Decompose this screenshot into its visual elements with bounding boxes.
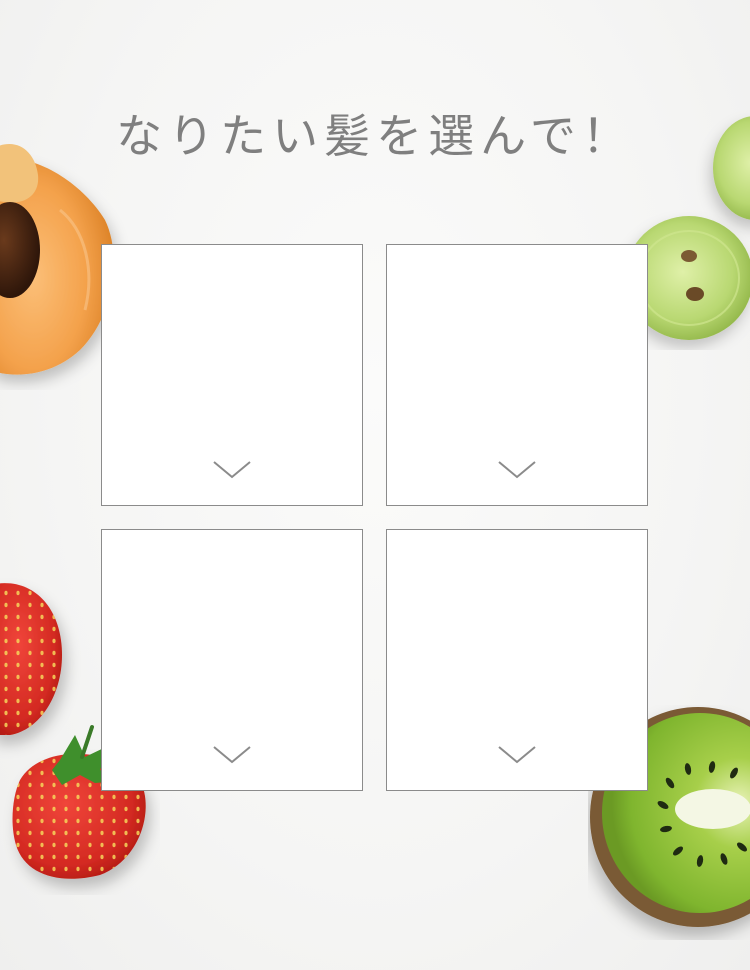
page: なりたい髪を選んで！ — [0, 0, 750, 970]
chevron-down-icon — [213, 461, 251, 479]
hair-option-card-2[interactable] — [386, 244, 648, 506]
chevron-down-icon — [498, 746, 536, 764]
chevron-down-icon — [498, 461, 536, 479]
page-title: なりたい髪を選んで！ — [116, 109, 634, 163]
chevron-down-icon — [213, 746, 251, 764]
hair-option-card-3[interactable] — [101, 529, 363, 791]
hair-option-card-4[interactable] — [386, 529, 648, 791]
hair-option-card-1[interactable] — [101, 244, 363, 506]
